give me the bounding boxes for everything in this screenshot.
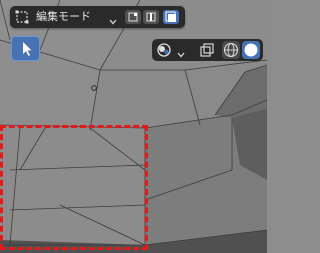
overlay-shading-toolbar bbox=[152, 39, 263, 61]
chevron-down-icon[interactable] bbox=[176, 45, 186, 58]
edit-mode-icon[interactable] bbox=[14, 9, 30, 25]
solid-shading-icon bbox=[244, 43, 258, 57]
overlay-icon[interactable] bbox=[156, 42, 172, 58]
chevron-down-icon[interactable] bbox=[108, 12, 118, 25]
header-toolbar: 編集モード bbox=[10, 6, 185, 28]
edge-select-button[interactable] bbox=[143, 10, 159, 24]
vertex-select-button[interactable] bbox=[125, 10, 141, 24]
face-select-button[interactable] bbox=[163, 10, 179, 24]
select-tool-button[interactable] bbox=[11, 36, 40, 61]
xray-icon[interactable] bbox=[199, 42, 215, 58]
select-cursor-icon bbox=[23, 42, 32, 56]
mode-label[interactable]: 編集モード bbox=[36, 9, 91, 25]
wireframe-shading-icon bbox=[223, 42, 239, 58]
solid-shading-button[interactable] bbox=[242, 41, 260, 59]
wireframe-shading-button[interactable] bbox=[222, 41, 240, 59]
highlight-region bbox=[0, 125, 148, 250]
